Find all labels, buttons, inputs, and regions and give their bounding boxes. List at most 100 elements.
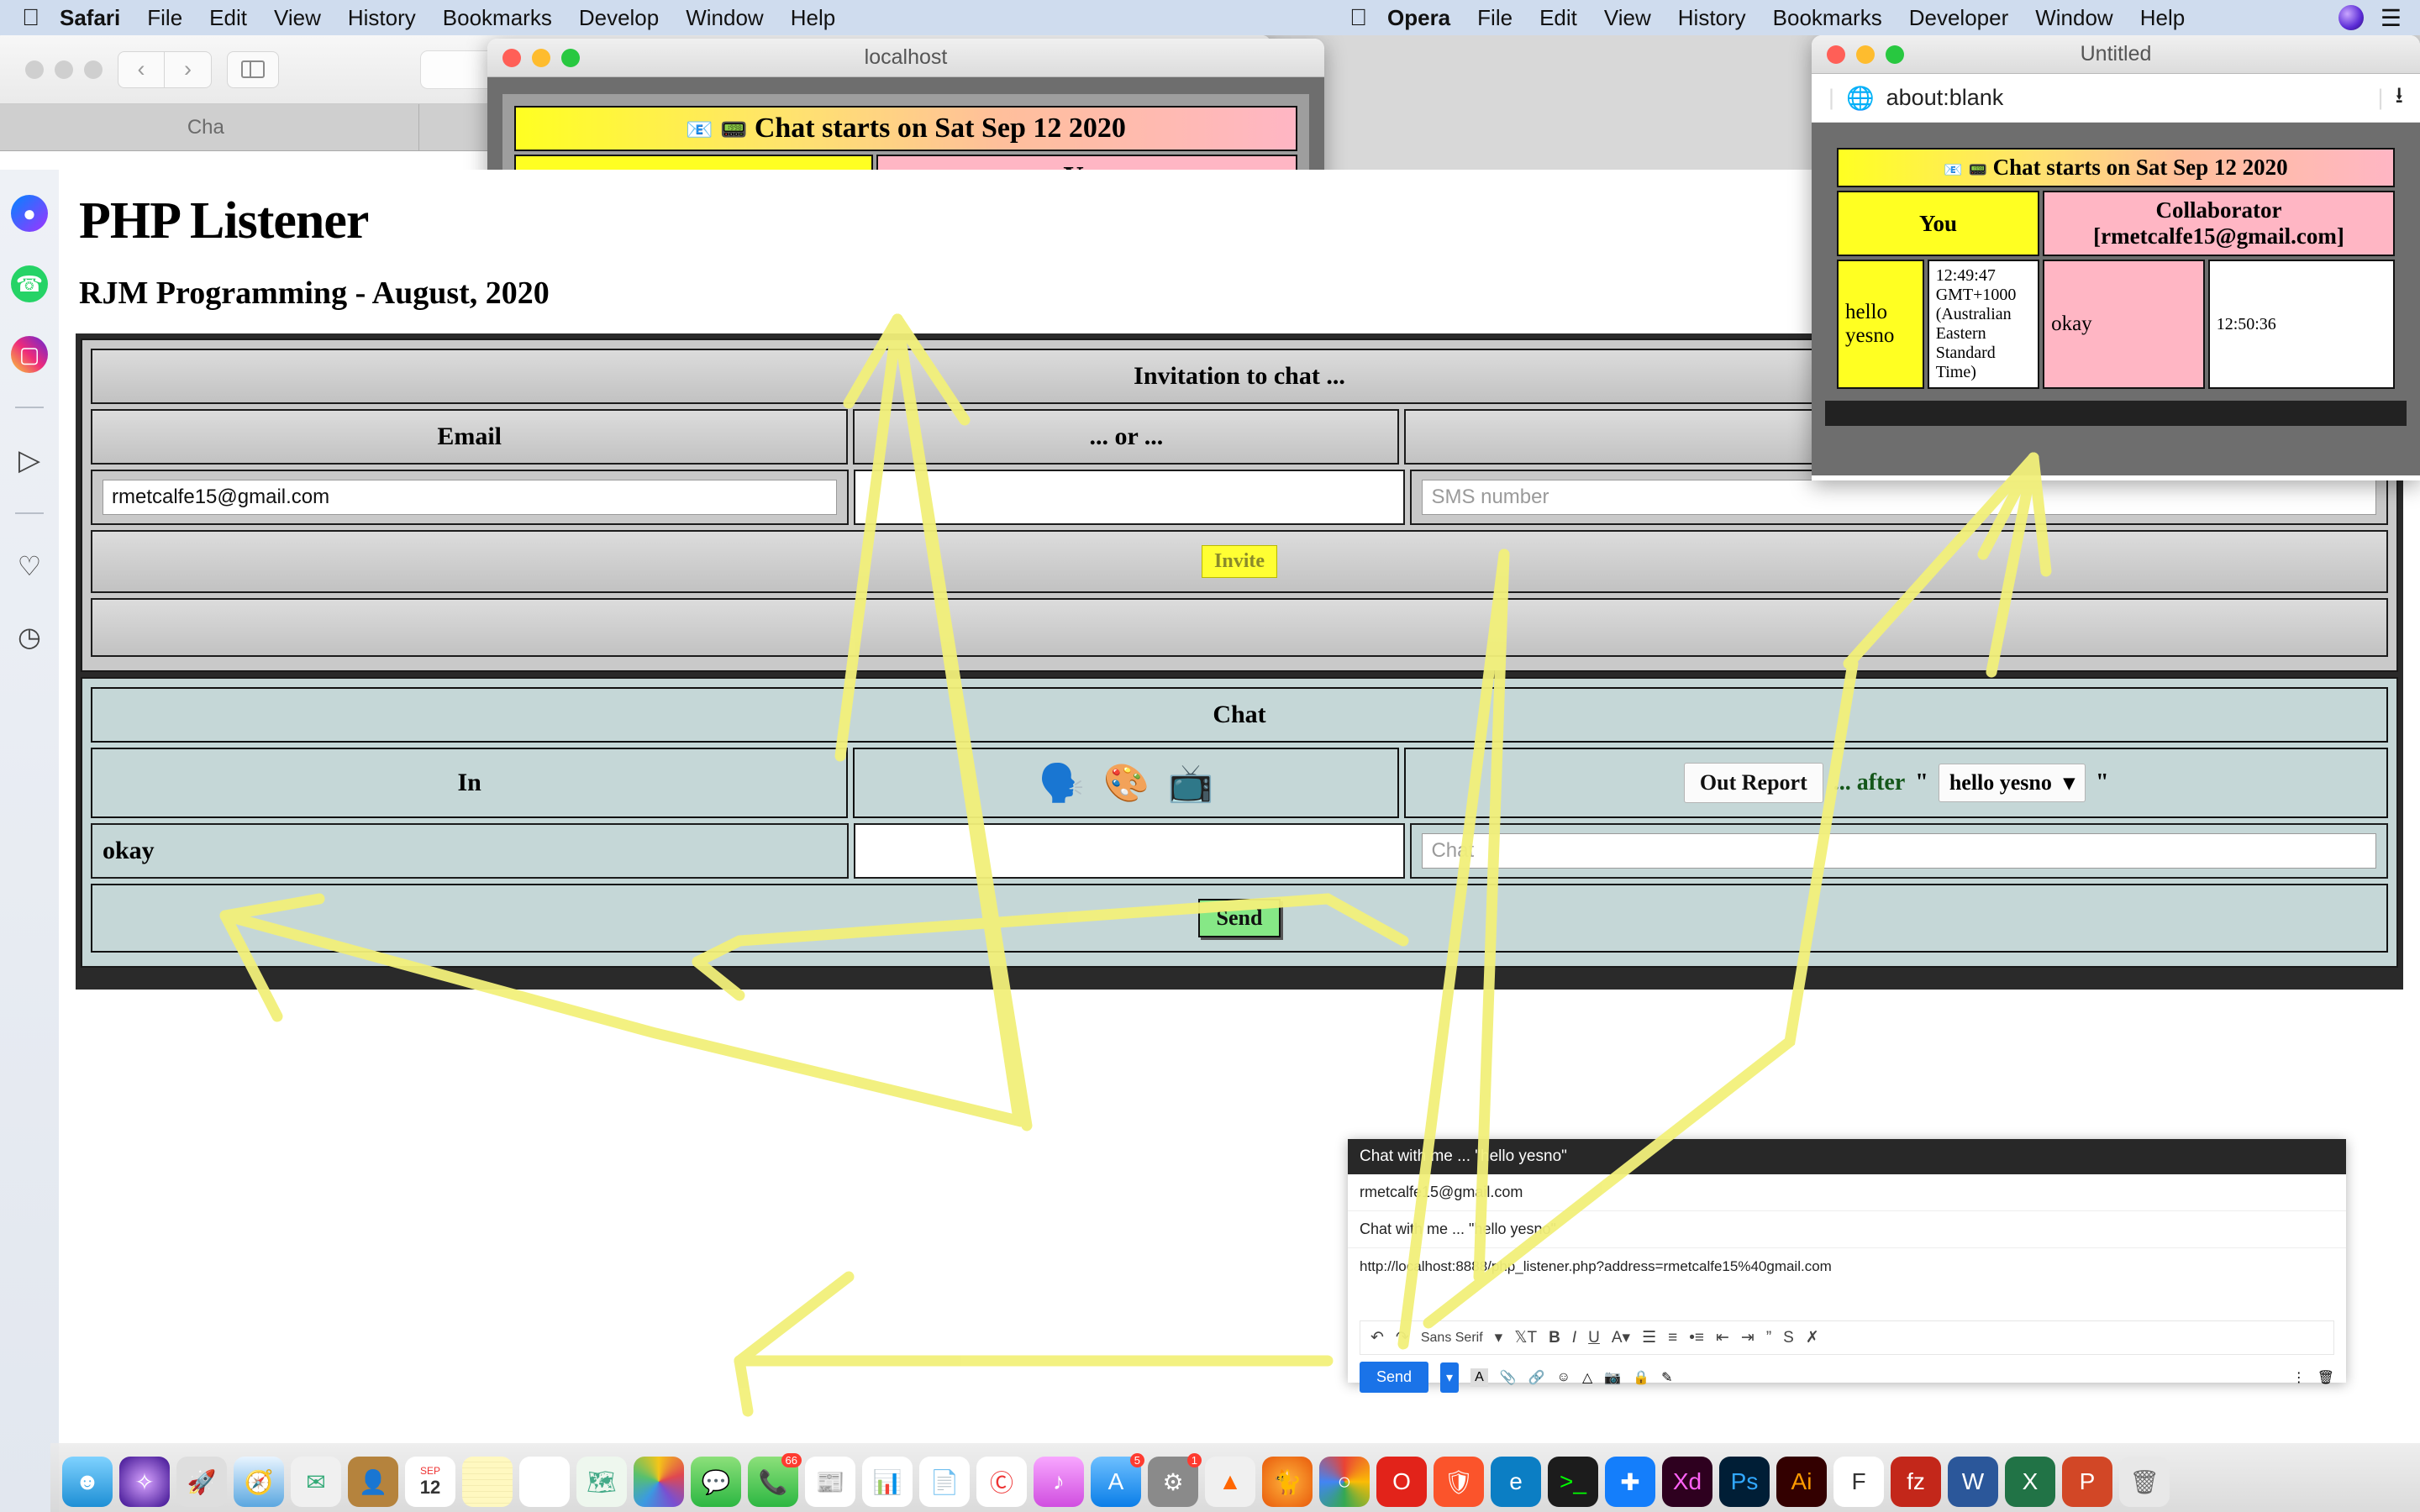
redo-icon[interactable]: ↷ — [1396, 1328, 1409, 1347]
strikethrough-icon[interactable]: S — [1783, 1329, 1794, 1347]
compose-format-toolbar[interactable]: ↶ ↷ Sans Serif ▾ 𝕏T B I U A▾ ☰ ≡ •≡ ⇤ ⇥ … — [1360, 1320, 2334, 1355]
outdent-icon[interactable]: ⇤ — [1716, 1328, 1729, 1347]
appstore-icon[interactable]: A5 — [1091, 1453, 1144, 1507]
message-select[interactable]: hello yesno ▾ — [1938, 764, 2086, 802]
more-options-icon[interactable]: ⋮ — [2292, 1369, 2306, 1386]
minimize-button[interactable] — [532, 48, 550, 67]
xcode-icon[interactable]: ✚ — [1605, 1457, 1655, 1507]
powerpoint-icon[interactable]: P — [2062, 1457, 2112, 1507]
sidebar-toggle-icon[interactable] — [227, 50, 279, 88]
email-input[interactable]: rmetcalfe15@gmail.com — [103, 480, 837, 515]
menu-develop[interactable]: Develop — [579, 5, 659, 31]
whatsapp-icon[interactable]: ☎ — [11, 265, 48, 302]
opera-icon[interactable]: O — [1376, 1457, 1427, 1507]
telegram-icon[interactable]: ▷ — [11, 442, 48, 479]
facetime-icon[interactable]: 📞 66 — [748, 1453, 802, 1507]
media-icons-cell[interactable]: 🗣️ 🎨 📺 — [853, 748, 1400, 818]
localhost-popup-titlebar[interactable]: localhost — [487, 39, 1324, 77]
chrome-icon[interactable]: ○ — [1319, 1457, 1370, 1507]
calendar-icon[interactable]: SEP 12 — [405, 1457, 455, 1507]
control-center-icon[interactable]: ☰ — [2381, 4, 2402, 32]
menu-file[interactable]: File — [147, 5, 182, 31]
menu-window[interactable]: Window — [2035, 5, 2112, 31]
forward-icon[interactable]: › — [165, 50, 212, 88]
vlc-icon[interactable]: ▲ — [1205, 1457, 1255, 1507]
send-button[interactable]: Send — [1197, 899, 1281, 937]
photoshop-icon[interactable]: Ps — [1719, 1457, 1770, 1507]
notes-icon[interactable] — [462, 1457, 513, 1507]
keynote-icon[interactable]: 📄 — [919, 1457, 970, 1507]
menu-history[interactable]: History — [1678, 5, 1746, 31]
excel-icon[interactable]: X — [2005, 1457, 2055, 1507]
menu-safari[interactable]: Safari — [60, 5, 120, 31]
sms-input[interactable]: SMS number — [1422, 480, 2376, 515]
bulleted-list-icon[interactable]: •≡ — [1689, 1329, 1704, 1347]
popup-window-controls[interactable] — [487, 48, 580, 67]
maps-icon[interactable]: 🗺 — [576, 1457, 627, 1507]
drive-icon[interactable]: △ — [1582, 1369, 1592, 1386]
compose-subject-field[interactable]: Chat with me ... "hello yesno" — [1348, 1211, 2346, 1248]
numbered-list-icon[interactable]: ≡ — [1668, 1329, 1677, 1347]
instagram-icon[interactable]: ▢ — [11, 336, 48, 373]
chevron-down-icon[interactable]: ▾ — [1495, 1328, 1503, 1347]
close-button[interactable] — [1827, 45, 1845, 64]
siri-icon[interactable] — [2338, 5, 2364, 30]
zoom-button[interactable] — [561, 48, 580, 67]
messenger-icon[interactable]: ● — [11, 195, 48, 232]
numbers-icon[interactable]: 📊 — [862, 1457, 913, 1507]
menu-file[interactable]: File — [1477, 5, 1512, 31]
illustrator-icon[interactable]: Ai — [1776, 1457, 1827, 1507]
confidential-icon[interactable]: 🔒 — [1633, 1369, 1649, 1386]
link-icon[interactable]: 🔗 — [1528, 1369, 1545, 1386]
compose-footer[interactable]: Send ▾ A 📎 🔗 ☺ △ 📷 🔒 ✎ ⋮ 🗑 — [1348, 1355, 2346, 1399]
menu-help[interactable]: Help — [791, 5, 835, 31]
menubar-safari[interactable]:  Safari File Edit View History Bookmark… — [0, 0, 1328, 35]
heart-icon[interactable]: ♡ — [11, 548, 48, 585]
artist-palette-icon[interactable]: 🎨 — [1103, 761, 1150, 805]
apple-logo-icon[interactable]:  — [1349, 4, 1367, 31]
speaking-head-icon[interactable]: 🗣️ — [1039, 761, 1085, 805]
attach-icon[interactable]: 📎 — [1500, 1369, 1517, 1386]
menu-edit[interactable]: Edit — [1539, 5, 1577, 31]
zoom-button[interactable] — [1886, 45, 1904, 64]
indent-icon[interactable]: ⇥ — [1741, 1328, 1754, 1347]
menu-bookmarks[interactable]: Bookmarks — [443, 5, 552, 31]
menu-edit[interactable]: Edit — [209, 5, 247, 31]
safari-window-controls[interactable] — [10, 60, 103, 79]
itunes-icon[interactable]: ♪ — [1034, 1457, 1084, 1507]
untitled-url-bar[interactable]: | 🌐 about:blank | ⭳ — [1812, 74, 2420, 123]
send-button[interactable]: Send — [1360, 1362, 1429, 1393]
formatting-icon[interactable]: A — [1470, 1368, 1488, 1387]
remove-formatting-icon[interactable]: ✗ — [1806, 1328, 1819, 1347]
dock[interactable]: ☻ ✧ 🚀 🧭 ✉ 👤 SEP 12 ◉ 🗺 💬 📞 66 📰 📊 📄 Ⓒ ♪ A… — [50, 1443, 2420, 1512]
untitled-popup-window[interactable]: Untitled | 🌐 about:blank | ⭳ 📧 📟 Chat st… — [1812, 35, 2420, 480]
font-size-icon[interactable]: 𝕏T — [1514, 1328, 1537, 1347]
out-chat-input[interactable]: Chat — [1422, 833, 2376, 869]
news-icon[interactable]: 📰 — [805, 1457, 855, 1507]
finder-icon[interactable]: ☻ — [62, 1457, 113, 1507]
menu-window[interactable]: Window — [686, 5, 763, 31]
siri-icon[interactable]: ✧ — [119, 1457, 170, 1507]
opera-window[interactable]: ▤ My Webmail :: Welco ☷ Speed Dial ‹ › ⟳… — [0, 0, 2420, 1512]
menu-view[interactable]: View — [274, 5, 321, 31]
television-icon[interactable]: 📺 — [1168, 761, 1214, 805]
trash-icon[interactable]: 🗑 — [2119, 1457, 2170, 1507]
quote-icon[interactable]: ” — [1766, 1329, 1771, 1347]
brave-icon[interactable]: 🛡 — [1434, 1457, 1484, 1507]
compose-to-field[interactable]: rmetcalfe15@gmail.com — [1348, 1174, 2346, 1211]
italic-icon[interactable]: I — [1572, 1329, 1576, 1347]
back-icon[interactable]: ‹ — [118, 50, 165, 88]
mail-icon[interactable]: ✉ — [291, 1457, 341, 1507]
untitled-popup-titlebar[interactable]: Untitled — [1812, 35, 2420, 74]
menu-opera[interactable]: Opera — [1387, 5, 1450, 31]
launchpad-icon[interactable]: 🚀 — [176, 1457, 227, 1507]
out-report-button[interactable]: Out Report — [1683, 763, 1823, 803]
minimize-button[interactable] — [1856, 45, 1875, 64]
safari-tech-icon[interactable]: Ⓒ — [976, 1457, 1027, 1507]
close-button[interactable] — [502, 48, 521, 67]
invite-button[interactable]: Invite — [1202, 545, 1277, 578]
safari-icon[interactable]: 🧭 — [234, 1457, 284, 1507]
contacts-icon[interactable]: 👤 — [348, 1457, 398, 1507]
font-family-select[interactable]: Sans Serif — [1421, 1331, 1483, 1346]
nav-buttons[interactable]: ‹ › — [118, 50, 212, 88]
